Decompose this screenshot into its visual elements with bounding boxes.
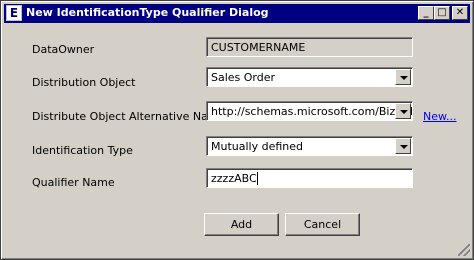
close-button[interactable]: ✕ xyxy=(452,6,468,20)
maximize-icon: □ xyxy=(437,7,447,18)
app-icon[interactable]: E xyxy=(6,5,22,21)
chevron-down-icon[interactable] xyxy=(395,69,411,85)
data-owner-label: DataOwner xyxy=(32,43,95,56)
chevron-down-icon[interactable] xyxy=(395,138,411,154)
resize-grip-icon[interactable] xyxy=(458,244,470,256)
alternative-name-label: Distribute Object Alternative Name xyxy=(32,110,226,123)
data-owner-value: CUSTOMERNAME xyxy=(211,41,306,54)
qualifier-name-label: Qualifier Name xyxy=(32,176,115,189)
cancel-button[interactable]: Cancel xyxy=(285,213,360,236)
identification-type-select[interactable]: Mutually defined xyxy=(206,136,413,156)
distribution-object-value: Sales Order xyxy=(211,71,276,84)
add-button[interactable]: Add xyxy=(204,213,279,236)
minimize-icon: _ xyxy=(423,7,429,18)
identification-type-label: Identification Type xyxy=(32,144,133,157)
alternative-name-value: http://schemas.microsoft.com/BizTalk/ xyxy=(211,105,413,118)
distribution-object-select[interactable]: Sales Order xyxy=(206,67,413,87)
text-caret xyxy=(257,172,258,185)
qualifier-name-value: zzzzABC xyxy=(211,172,257,185)
new-link[interactable]: New... xyxy=(423,110,456,123)
identification-type-value: Mutually defined xyxy=(211,140,304,153)
qualifier-name-input[interactable]: zzzzABC xyxy=(206,168,413,188)
window-title: New IdentificationType Qualifier Dialog xyxy=(26,6,269,19)
title-bar[interactable]: E New IdentificationType Qualifier Dialo… xyxy=(4,4,470,23)
close-icon: ✕ xyxy=(455,7,465,18)
dialog-window: E New IdentificationType Qualifier Dialo… xyxy=(0,0,474,260)
maximize-button[interactable]: □ xyxy=(434,6,450,20)
distribution-object-label: Distribution Object xyxy=(32,76,136,89)
chevron-down-icon[interactable] xyxy=(395,103,411,119)
minimize-button[interactable]: _ xyxy=(418,6,434,20)
alternative-name-select[interactable]: http://schemas.microsoft.com/BizTalk/ xyxy=(206,101,413,121)
data-owner-field: CUSTOMERNAME xyxy=(206,37,413,57)
